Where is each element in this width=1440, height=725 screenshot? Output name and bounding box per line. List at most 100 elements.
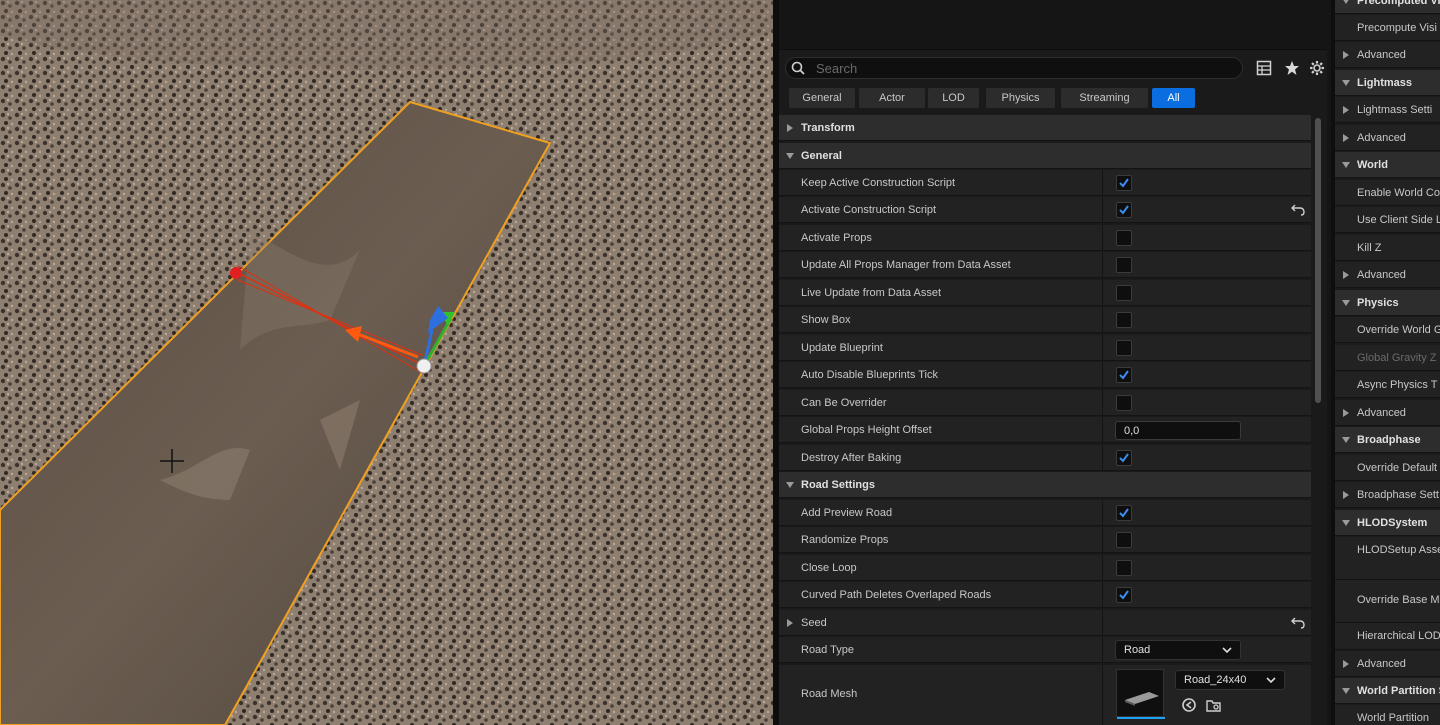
checkbox-curved-path-deletes-overlaped-roads[interactable] [1116, 587, 1132, 603]
star-icon[interactable] [1284, 60, 1300, 76]
world-property-row[interactable]: Lightmass Setti [1335, 97, 1440, 123]
property-label: Update Blueprint [801, 342, 883, 354]
reset-to-default-icon[interactable] [1291, 204, 1305, 216]
checkbox-activate-props[interactable] [1116, 230, 1132, 246]
world-category[interactable]: World [1335, 152, 1440, 178]
world-category[interactable]: Lightmass [1335, 70, 1440, 96]
details-header [779, 0, 1327, 50]
tab-lod[interactable]: LOD [928, 88, 979, 108]
category-general[interactable]: General [779, 143, 1311, 169]
world-category[interactable]: Physics [1335, 290, 1440, 316]
collapse-arrow-icon [1343, 0, 1349, 4]
road-mesh-thumbnail[interactable] [1116, 669, 1165, 719]
world-property-label: Lightmass [1357, 77, 1413, 89]
tab-all[interactable]: All [1152, 88, 1195, 108]
table-view-icon[interactable] [1256, 60, 1272, 76]
property-label: Update All Props Manager from Data Asset [801, 259, 1011, 271]
world-settings-panel: Precomputed Vis Precompute Visi Advanced Li… [1331, 0, 1440, 725]
world-property-label: Enable World Co [1357, 187, 1440, 199]
tab-general[interactable]: General [789, 88, 855, 108]
details-scrollbar[interactable] [1315, 118, 1321, 403]
checkbox-can-be-overrider[interactable] [1116, 395, 1132, 411]
world-category[interactable]: World Partition S [1335, 678, 1440, 704]
category-label: Road Settings [801, 479, 875, 491]
browse-asset-icon[interactable] [1206, 697, 1222, 713]
property-row: Curved Path Deletes Overlaped Roads [779, 582, 1311, 608]
reset-to-default-icon[interactable] [1291, 617, 1305, 629]
property-row: Global Props Height Offset 0,0 [779, 417, 1311, 443]
checkbox-destroy-after-baking[interactable] [1116, 450, 1132, 466]
world-property-row[interactable]: Advanced [1335, 651, 1440, 677]
tab-actor[interactable]: Actor [859, 88, 925, 108]
world-property-label: Advanced [1357, 132, 1406, 144]
expand-arrow-icon [1343, 106, 1349, 114]
global-props-height-offset-input[interactable]: 0,0 [1115, 421, 1241, 440]
checkbox-activate-construction-script[interactable] [1116, 202, 1132, 218]
gear-icon[interactable] [1309, 60, 1325, 76]
world-property-label: Broadphase Sett [1357, 489, 1439, 501]
property-label: Close Loop [801, 562, 857, 574]
property-label: Randomize Props [801, 534, 889, 546]
property-row: Close Loop [779, 555, 1311, 581]
road-type-dropdown[interactable]: Road [1115, 640, 1241, 660]
collapse-arrow-icon [1342, 688, 1350, 694]
road-mesh-value: Road_24x40 [1184, 674, 1247, 686]
level-viewport[interactable] [0, 0, 773, 725]
world-property-row: Global Gravity Z [1335, 345, 1440, 371]
property-label: Auto Disable Blueprints Tick [801, 369, 938, 381]
world-property-label: World Partition [1357, 712, 1429, 724]
world-property-label: Override World G [1357, 324, 1440, 336]
world-category[interactable]: Broadphase [1335, 427, 1440, 453]
world-property-row[interactable]: Broadphase Sett [1335, 482, 1440, 508]
checkbox-randomize-props[interactable] [1116, 532, 1132, 548]
world-property-row: Override World G [1335, 317, 1440, 343]
world-property-row: HLODSetup Asse [1335, 537, 1440, 580]
checkbox-update-all-props-manager[interactable] [1116, 257, 1132, 273]
world-property-row: Precompute Visi [1335, 15, 1440, 41]
chevron-down-icon [1222, 647, 1232, 654]
world-category[interactable]: Precomputed Vis [1335, 0, 1440, 14]
world-category[interactable]: HLODSystem [1335, 510, 1440, 536]
checkmark-icon [1119, 453, 1129, 463]
checkbox-auto-disable-blueprints-tick[interactable] [1116, 367, 1132, 383]
world-property-row[interactable]: Advanced [1335, 125, 1440, 151]
property-row: Can Be Overrider [779, 390, 1311, 416]
property-label: Live Update from Data Asset [801, 287, 942, 299]
category-label: Transform [801, 122, 855, 134]
world-property-row[interactable]: Advanced [1335, 262, 1440, 288]
use-selected-asset-icon[interactable] [1181, 697, 1197, 713]
property-row: Destroy After Baking [779, 445, 1311, 471]
property-row: Road Type Road [779, 637, 1311, 663]
world-property-label: World [1357, 159, 1388, 171]
checkbox-live-update[interactable] [1116, 285, 1132, 301]
world-property-label: Precomputed Vis [1357, 0, 1440, 7]
tab-physics[interactable]: Physics [986, 88, 1055, 108]
road-mesh-dropdown[interactable]: Road_24x40 [1175, 670, 1285, 690]
property-label: Destroy After Baking [801, 452, 902, 464]
checkbox-close-loop[interactable] [1116, 560, 1132, 576]
search-input[interactable] [814, 60, 1234, 76]
road-type-value: Road [1124, 644, 1151, 656]
checkmark-icon [1119, 205, 1129, 215]
property-row-seed[interactable]: Seed [779, 610, 1311, 636]
checkbox-update-blueprint[interactable] [1116, 340, 1132, 356]
checkbox-keep-active-construction-script[interactable] [1116, 175, 1132, 191]
world-property-row[interactable]: Advanced [1335, 42, 1440, 68]
world-property-label: Kill Z [1357, 242, 1382, 254]
tab-streaming[interactable]: Streaming [1061, 88, 1148, 108]
property-row: Activate Props [779, 225, 1311, 251]
world-property-label: Broadphase [1357, 434, 1421, 446]
property-label: Activate Props [801, 232, 872, 244]
category-transform[interactable]: Transform [779, 115, 1311, 141]
world-property-label: Physics [1357, 297, 1399, 309]
viewport-scene[interactable] [0, 0, 773, 725]
expand-arrow-icon [1343, 409, 1349, 417]
checkbox-add-preview-road[interactable] [1116, 505, 1132, 521]
expand-arrow-icon [1343, 134, 1349, 142]
property-row: Keep Active Construction Script [779, 170, 1311, 196]
checkbox-show-box[interactable] [1116, 312, 1132, 328]
property-label: Curved Path Deletes Overlaped Roads [801, 589, 992, 601]
search-box[interactable] [785, 57, 1243, 79]
category-road-settings[interactable]: Road Settings [779, 472, 1311, 498]
world-property-row[interactable]: Advanced [1335, 400, 1440, 426]
